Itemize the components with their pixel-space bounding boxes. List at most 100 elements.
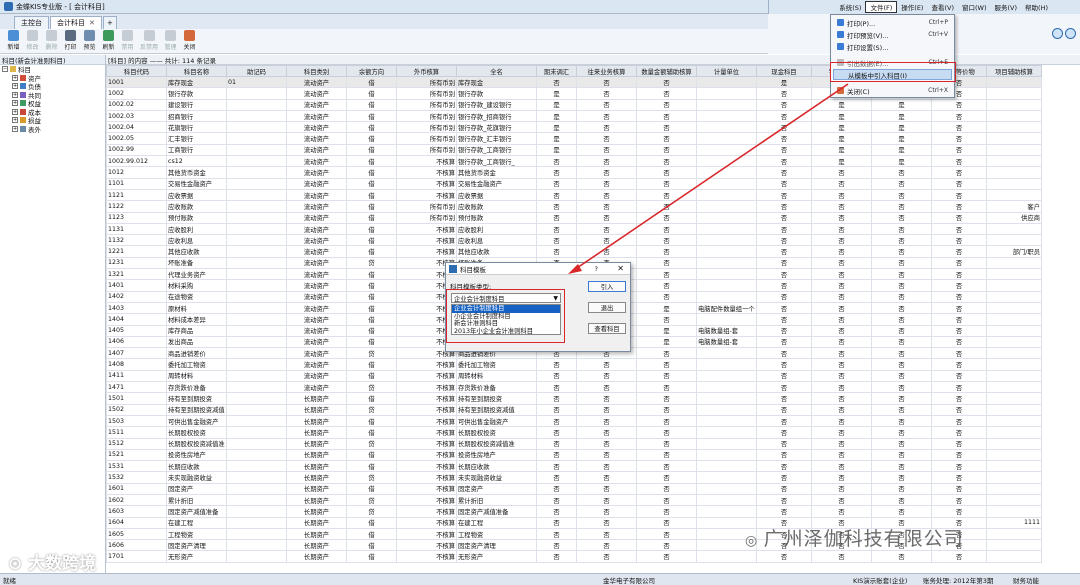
menu-item-print[interactable]: 打印(P)... Ctrl+P	[833, 17, 952, 28]
column-header[interactable]: 外币核算	[396, 65, 457, 77]
table-row[interactable]: 1512 长期股权投资减值准 长期资产贷不核算 长期股权投资减值准否否否否否否否	[106, 437, 1042, 450]
table-row[interactable]: 1603 固定资产减值准备 长期资产贷不核算 固定资产减值准备否否否否否否否	[106, 505, 1042, 518]
table-cell: 流动资产	[286, 109, 347, 123]
menu-operation[interactable]: 操作(E)	[897, 1, 927, 13]
import-button[interactable]: 引入	[588, 281, 626, 292]
menu-item-close[interactable]: 关闭(C) Ctrl+X	[833, 85, 952, 96]
table-row[interactable]: 1131 应收股利 流动资产借不核算 应收股利否否否否否否否	[106, 222, 1042, 236]
help-icon[interactable]: ?	[595, 265, 598, 273]
collapse-icon[interactable]: −	[2, 66, 8, 73]
table-row[interactable]: 1531 长期应收款 长期资产借不核算 长期应收款否否否否否否否	[106, 460, 1042, 473]
table-row[interactable]: 1408 委托加工物资 流动资产借不核算 委托加工物资否否否否否否否	[106, 358, 1042, 371]
menu-window[interactable]: 窗口(W)	[958, 1, 991, 13]
column-header[interactable]: 项目辅助核算	[986, 65, 1042, 77]
column-header[interactable]: 助记码	[226, 65, 287, 77]
table-cell: 否	[576, 188, 637, 202]
menu-item-print-setup[interactable]: 打印设置(S)...	[833, 41, 952, 52]
menu-system[interactable]: 系统(S)	[835, 1, 865, 13]
column-header[interactable]: 余额方向	[346, 65, 397, 77]
column-header[interactable]: 期末调汇	[536, 65, 577, 77]
print-button[interactable]: 打印	[61, 29, 80, 53]
table-row[interactable]: 1002.99 工商银行 流动资产借所有币别 银行存款_工商银行是否否否是是否	[106, 143, 1042, 157]
table-row[interactable]: 1121 应收票据 流动资产借不核算 应收票据否否否否否否否	[106, 188, 1042, 202]
table-row[interactable]: 1601 固定资产 长期资产借不核算 固定资产否否否否否否否	[106, 482, 1042, 495]
table-cell: 1406	[106, 335, 167, 349]
tree-item[interactable]: + 损益	[0, 116, 105, 125]
table-row[interactable]: 1471 存货跌价准备 流动资产贷不核算 存货跌价准备否否否否否否否	[106, 381, 1042, 394]
tree-item[interactable]: + 资产	[0, 74, 105, 83]
table-row[interactable]: 1511 长期股权投资 长期资产借不核算 长期股权投资否否否否否否否	[106, 426, 1042, 439]
menu-item-print-preview[interactable]: 打印预览(V)... Ctrl+V	[833, 29, 952, 40]
column-header[interactable]: 科目名称	[166, 65, 227, 77]
edit-icon	[27, 30, 38, 41]
table-row[interactable]: 1701 无形资产 长期资产借不核算 无形资产否否否否否否否	[106, 550, 1042, 563]
tab-accounts[interactable]: 会计科目 ✕	[50, 16, 102, 29]
tree-item[interactable]: + 共同	[0, 91, 105, 100]
column-header[interactable]: 现金科目	[756, 65, 812, 77]
preview-button[interactable]: 预览	[80, 29, 99, 53]
tree-item[interactable]: + 权益	[0, 99, 105, 108]
column-header[interactable]: 数量金额辅助核算	[636, 65, 697, 77]
table-row[interactable]: 1002.99.012 cs12 流动资产借不核算 银行存款_工商银行_ 否否否否是是否	[106, 155, 1042, 168]
table-row[interactable]: 1122 应收账款 流动资产借所有币别 应收账款否否否否否否否客户	[106, 200, 1042, 213]
enable-button[interactable]: 反禁用	[137, 29, 161, 53]
column-header[interactable]: 计量单位	[696, 65, 757, 77]
expand-icon[interactable]: +	[12, 125, 18, 132]
refresh-circle-icon[interactable]	[1052, 28, 1063, 39]
menu-service[interactable]: 服务(V)	[991, 1, 1022, 13]
menu-help[interactable]: 帮助(H)	[1021, 1, 1052, 13]
table-row[interactable]: 1123 预付账款 流动资产借所有币别 预付账款否否否否否否否供应商	[106, 211, 1042, 224]
edit-button[interactable]: 修改	[23, 29, 42, 53]
expand-icon[interactable]: +	[12, 100, 18, 107]
table-row[interactable]: 1101 交易性金融资产 流动资产借不核算 交易性金融资产否否否否否否否	[106, 177, 1042, 190]
table-row[interactable]: 1521 投资性房地产 长期资产借不核算 投资性房地产否否否否否否否	[106, 448, 1042, 462]
expand-icon[interactable]: +	[12, 91, 18, 98]
column-header[interactable]: 往来业务核算	[576, 65, 637, 77]
disable-button[interactable]: 禁用	[118, 29, 137, 53]
table-row[interactable]: 1132 应收利息 流动资产借不核算 应收利息否否否否否否否	[106, 234, 1042, 247]
expand-icon[interactable]: +	[12, 117, 18, 124]
tab-main-console[interactable]: 主控台	[14, 16, 49, 29]
view-accounts-button[interactable]: 查看科目	[588, 323, 626, 334]
column-header[interactable]: 科目类别	[286, 65, 347, 77]
close-button[interactable]: 关闭	[180, 29, 199, 53]
table-row[interactable]: 1012 其他货币资金 流动资产借不核算 其他货币资金否否否否否否否	[106, 166, 1042, 179]
expand-icon[interactable]: +	[12, 108, 18, 115]
refresh-button[interactable]: 刷新	[99, 29, 118, 53]
tree-root[interactable]: − 科目	[0, 65, 105, 74]
new-button[interactable]: 新增	[4, 29, 23, 53]
delete-button[interactable]: 删除	[42, 29, 61, 53]
column-header[interactable]: 全名	[456, 65, 537, 77]
menu-view[interactable]: 查看(V)	[927, 1, 958, 13]
table-cell: 固定资产减值准备	[166, 505, 227, 518]
table-cell: 是	[636, 301, 697, 315]
dialog-close-icon[interactable]: ✕	[617, 264, 624, 273]
table-row[interactable]: 1002.04 花旗银行 流动资产借所有币别 银行存款_花旗银行是否否否是是否	[106, 121, 1042, 134]
table-row[interactable]: 1002.05 汇丰银行 流动资产借所有币别 银行存款_汇丰银行是否否否是是否	[106, 132, 1042, 145]
table-row[interactable]: 1602 累计折旧 长期资产贷不核算 累计折旧否否否否否否否	[106, 493, 1042, 507]
manage-button[interactable]: 管理	[161, 29, 180, 53]
new-tab-button[interactable]: +	[102, 16, 117, 29]
table-row[interactable]: 1502 持有至到期投资减值 长期资产贷不核算 持有至到期投资减值否否否否否否否	[106, 403, 1042, 416]
table-row[interactable]: 1503 可供出售金融资产 长期资产借不核算 可供出售金融资产否否否否否否否	[106, 414, 1042, 428]
table-row[interactable]: 1221 其他应收款 流动资产借不核算 其他应收款否否否否否否否部门/职员	[106, 245, 1042, 258]
help-circle-icon[interactable]	[1065, 28, 1076, 39]
expand-icon[interactable]: +	[12, 74, 18, 81]
column-header[interactable]: 科目代码	[106, 65, 167, 77]
table-cell: 否	[636, 493, 697, 507]
tree-item[interactable]: + 负债	[0, 82, 105, 91]
table-row[interactable]: 1411 周转材料 流动资产借不核算 周转材料否否否否否否否	[106, 369, 1042, 383]
close-tab-icon[interactable]: ✕	[89, 19, 95, 27]
expand-icon[interactable]: +	[12, 83, 18, 90]
table-row[interactable]: 1532 未实现融资收益 长期资产贷不核算 未实现融资收益否否否否否否否	[106, 471, 1042, 484]
table-cell	[986, 301, 1042, 315]
table-row[interactable]: 1002.03 招商银行 流动资产借所有币别 银行存款_招商银行是否否否是是否	[106, 109, 1042, 123]
menu-file[interactable]: 文件(F)	[865, 1, 898, 13]
table-row[interactable]: 1501 持有至到期投资 长期资产借不核算 持有至到期投资否否否否否否否	[106, 392, 1042, 405]
tree-item[interactable]: + 成本	[0, 108, 105, 117]
table-cell: 流动资产	[286, 177, 347, 190]
table-cell: 否	[756, 132, 812, 145]
table-row[interactable]: 1002.02 建设银行 流动资产借所有币别 银行存款_建设银行是否否否是是否	[106, 98, 1042, 111]
tree-item[interactable]: + 表外	[0, 125, 105, 134]
exit-button[interactable]: 退出	[588, 302, 626, 313]
